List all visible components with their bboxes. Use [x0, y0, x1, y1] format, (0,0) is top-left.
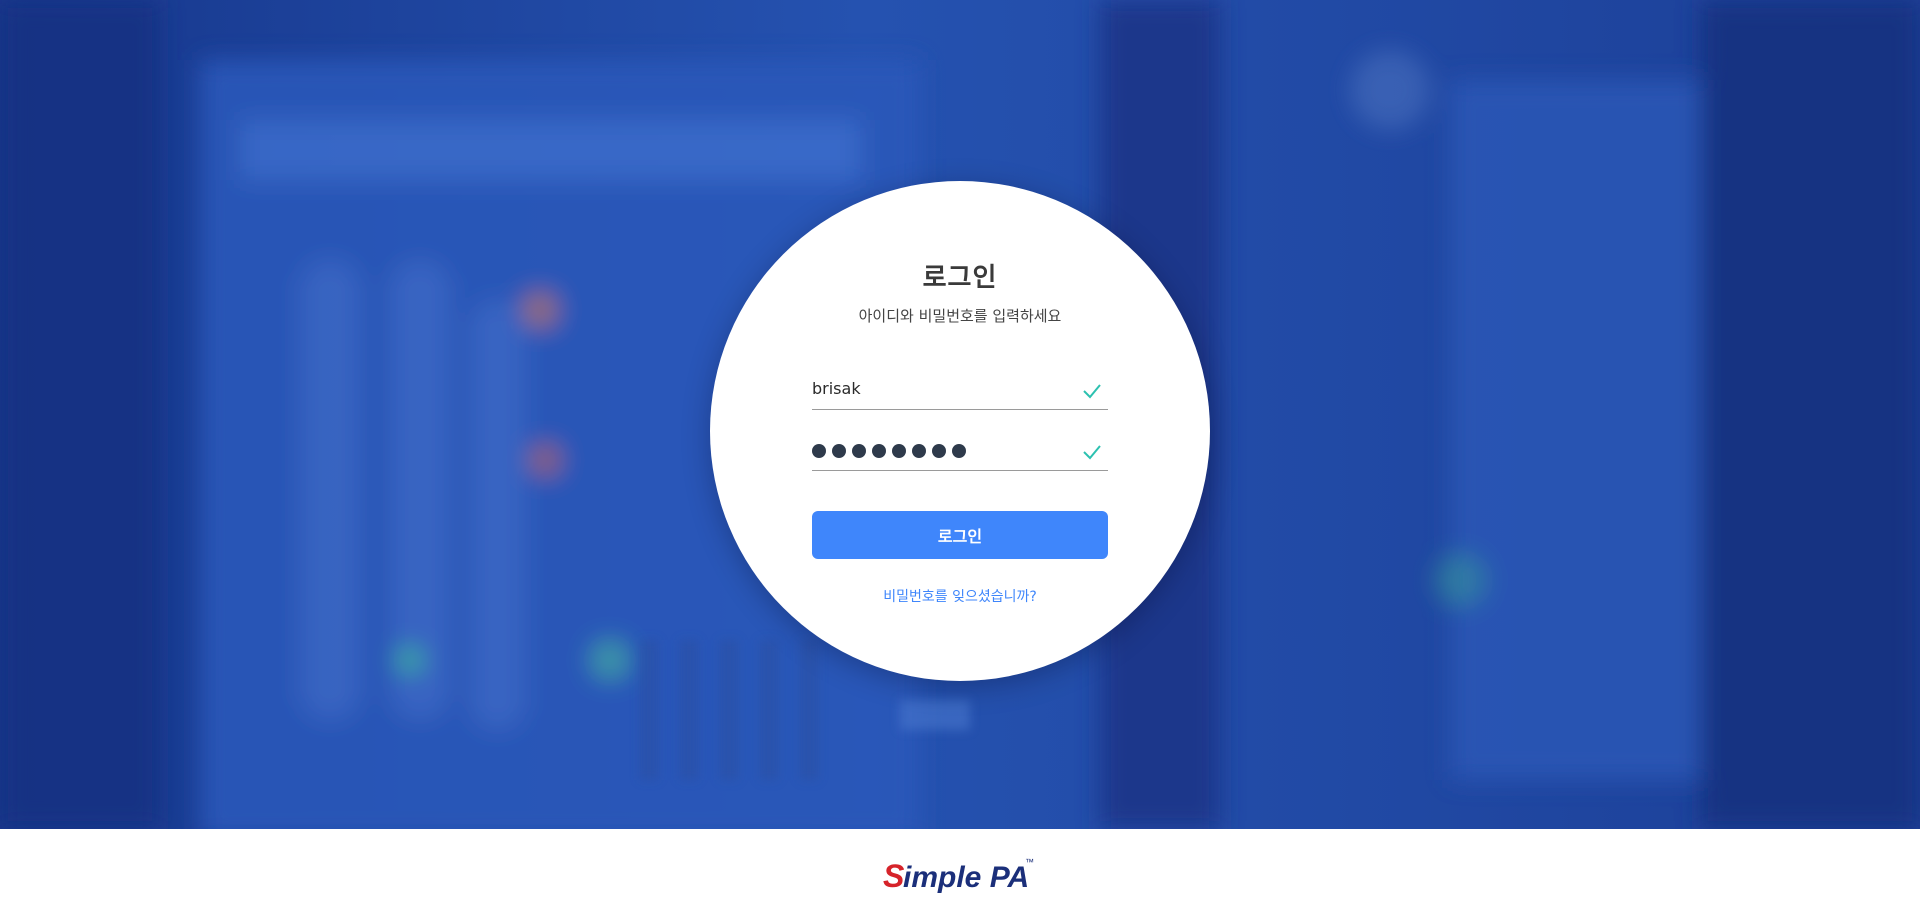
- password-dot: [832, 444, 846, 458]
- check-icon: [1083, 445, 1101, 460]
- password-dot: [812, 444, 826, 458]
- password-field[interactable]: [812, 432, 1108, 471]
- password-dot: [932, 444, 946, 458]
- footer: S imple PA ™: [0, 829, 1920, 920]
- username-field[interactable]: brisak: [812, 371, 1108, 410]
- password-mask[interactable]: [812, 442, 966, 460]
- password-dot: [872, 444, 886, 458]
- password-dot: [892, 444, 906, 458]
- svg-text:S: S: [883, 858, 905, 894]
- login-button[interactable]: 로그인: [812, 511, 1108, 559]
- forgot-password-link[interactable]: 비밀번호를 잊으셨습니까?: [710, 586, 1210, 606]
- password-dot: [852, 444, 866, 458]
- login-card: 로그인 아이디와 비밀번호를 입력하세요 brisak 로그인 비밀번호를 잊으…: [710, 181, 1210, 681]
- logo-trademark: ™: [1025, 857, 1034, 867]
- login-title: 로그인: [922, 263, 998, 293]
- login-subtitle: 아이디와 비밀번호를 입력하세요: [858, 307, 1062, 325]
- password-dot: [952, 444, 966, 458]
- simplepa-logo: S imple PA ™: [883, 857, 1034, 894]
- svg-text:imple PA: imple PA: [903, 861, 1029, 894]
- check-icon: [1083, 384, 1101, 399]
- username-value[interactable]: brisak: [812, 379, 861, 398]
- password-dot: [912, 444, 926, 458]
